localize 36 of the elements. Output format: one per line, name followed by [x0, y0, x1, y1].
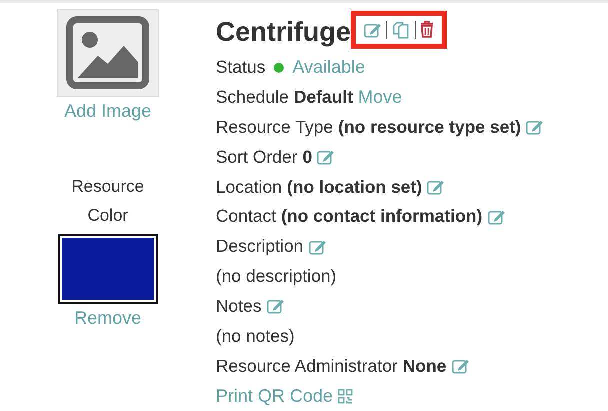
copy-icon[interactable]	[391, 20, 411, 40]
edit-icon[interactable]	[526, 119, 544, 136]
print-qr-link[interactable]: Print QR Code	[216, 386, 334, 406]
field-value: (no resource type set)	[338, 116, 522, 138]
field-label: Schedule	[216, 87, 289, 108]
field-label: Resource Administrator	[216, 356, 398, 377]
edit-icon[interactable]	[427, 179, 446, 196]
qr-code-icon	[338, 388, 354, 404]
field-value: (no contact information)	[281, 206, 483, 228]
resource-title: Centrifuge	[216, 17, 351, 48]
image-icon	[66, 16, 150, 90]
field-label: Contact	[216, 206, 276, 228]
edit-icon[interactable]	[308, 238, 327, 255]
status-link[interactable]: Available	[292, 57, 366, 78]
field-value: 0	[302, 146, 312, 168]
field-label: Resource Type	[216, 116, 334, 138]
color-label: Resource Color	[70, 176, 146, 227]
add-image-link[interactable]: Add Image	[64, 101, 152, 122]
field-label: Status	[216, 57, 266, 78]
edit-icon[interactable]	[317, 149, 336, 166]
trash-icon[interactable]	[420, 21, 434, 38]
field-value: (no location set)	[287, 176, 422, 198]
edit-icon[interactable]	[266, 298, 285, 314]
field-label: Notes	[216, 296, 262, 317]
field-label: Description	[216, 236, 304, 258]
field-text: (no description)	[216, 266, 337, 288]
edit-icon[interactable]	[452, 358, 470, 374]
move-link[interactable]: Move	[358, 87, 402, 108]
field-text: (no notes)	[216, 326, 295, 347]
field-label: Sort Order	[216, 146, 298, 168]
field-value: None	[402, 356, 447, 377]
edit-icon[interactable]	[364, 22, 382, 38]
field-value: Default	[294, 87, 354, 108]
edit-icon[interactable]	[488, 208, 506, 225]
remove-link[interactable]: Remove	[74, 308, 142, 329]
field-label: Location	[216, 176, 282, 198]
